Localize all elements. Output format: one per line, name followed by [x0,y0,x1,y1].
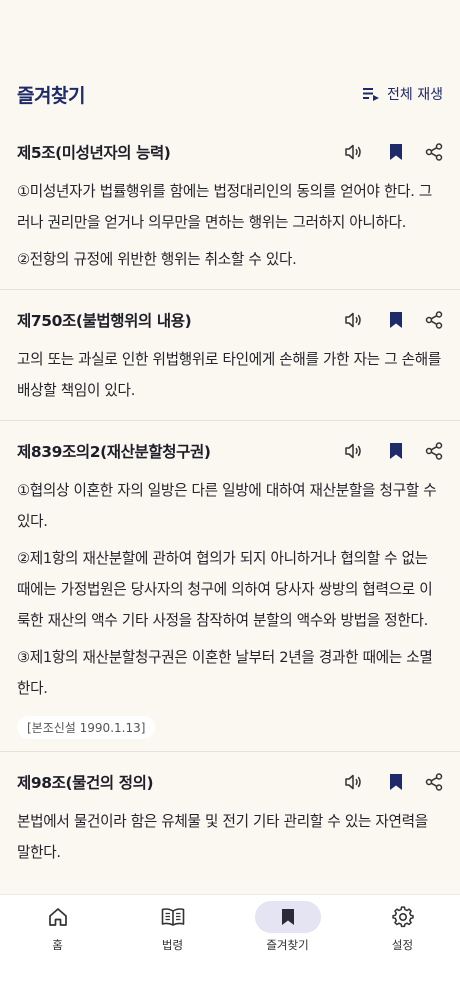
share-icon[interactable] [417,136,443,168]
nav-settings[interactable]: 설정 [345,895,460,995]
speaker-icon[interactable] [333,304,375,336]
speaker-icon[interactable] [333,136,375,168]
article-card: 제839조의2(재산분할청구권) ①협의상 이혼한 자의 일방은 다른 일방에 … [0,427,460,752]
article-paragraph: ③제1항의 재산분할청구권은 이혼한 날부터 2년을 경과한 때에는 소멸한다. [17,649,433,697]
bookmark-icon [281,909,294,925]
article-paragraph: ①협의상 이혼한 자의 일방은 다른 일방에 대하여 재산분할을 청구할 수 있… [17,482,437,530]
play-all-button[interactable]: 전체 재생 [363,84,443,104]
article-card: 제5조(미성년자의 능력) ①미성년자가 법률행위를 함에는 법정대리인의 동의… [0,128,460,290]
bookmark-icon[interactable] [375,766,417,798]
nav-laws[interactable]: 법령 [115,895,230,995]
article-title: 제98조(물건의 정의) [17,774,154,792]
enactment-tag: [본조신설 1990.1.13] [17,716,156,739]
gear-icon [391,906,414,928]
share-icon[interactable] [417,304,443,336]
share-icon[interactable] [417,766,443,798]
favorites-list[interactable]: 제5조(미성년자의 능력) ①미성년자가 법률행위를 함에는 법정대리인의 동의… [0,128,460,894]
home-icon [48,908,67,926]
nav-favorites-label: 즐겨찾기 [266,938,309,952]
page-title: 즐겨찾기 [17,84,85,107]
playlist-icon [363,88,380,101]
nav-home[interactable]: 홈 [0,895,115,995]
article-card: 제750조(불법행위의 내용) 고의 또는 과실로 인한 위법행위로 타인에게 … [0,296,460,421]
article-card: 제98조(물건의 정의) 본법에서 물건이라 함은 유체물 및 전기 기타 관리… [0,758,460,868]
bottom-nav: 홈 법령 즐겨찾기 설정 [0,894,460,995]
bookmark-icon[interactable] [375,136,417,168]
article-paragraph: ②제1항의 재산분할에 관하여 협의가 되지 아니하거나 협의할 수 없는 때에… [17,550,433,629]
article-paragraph: ②전항의 규정에 위반한 행위는 취소할 수 있다. [17,251,297,268]
bookmark-icon[interactable] [375,304,417,336]
bookmark-icon[interactable] [375,435,417,467]
article-paragraph: 고의 또는 과실로 인한 위법행위로 타인에게 손해를 가한 자는 그 손해를 … [17,351,442,399]
article-title: 제5조(미성년자의 능력) [17,144,171,162]
book-icon [161,908,184,926]
article-title: 제839조의2(재산분할청구권) [17,443,211,461]
article-paragraph: 본법에서 물건이라 함은 유체물 및 전기 기타 관리할 수 있는 자연력을 말… [17,813,428,861]
nav-laws-label: 법령 [161,938,184,952]
nav-favorites[interactable]: 즐겨찾기 [230,895,345,995]
speaker-icon[interactable] [333,766,375,798]
nav-settings-label: 설정 [391,938,414,952]
play-all-label: 전체 재생 [387,87,443,103]
share-icon[interactable] [417,435,443,467]
speaker-icon[interactable] [333,435,375,467]
article-title: 제750조(불법행위의 내용) [17,312,192,330]
header: 즐겨찾기 전체 재생 [0,72,460,116]
nav-home-label: 홈 [52,938,63,952]
article-paragraph: ①미성년자가 법률행위를 함에는 법정대리인의 동의를 얻어야 한다. 그러나 … [17,183,433,231]
